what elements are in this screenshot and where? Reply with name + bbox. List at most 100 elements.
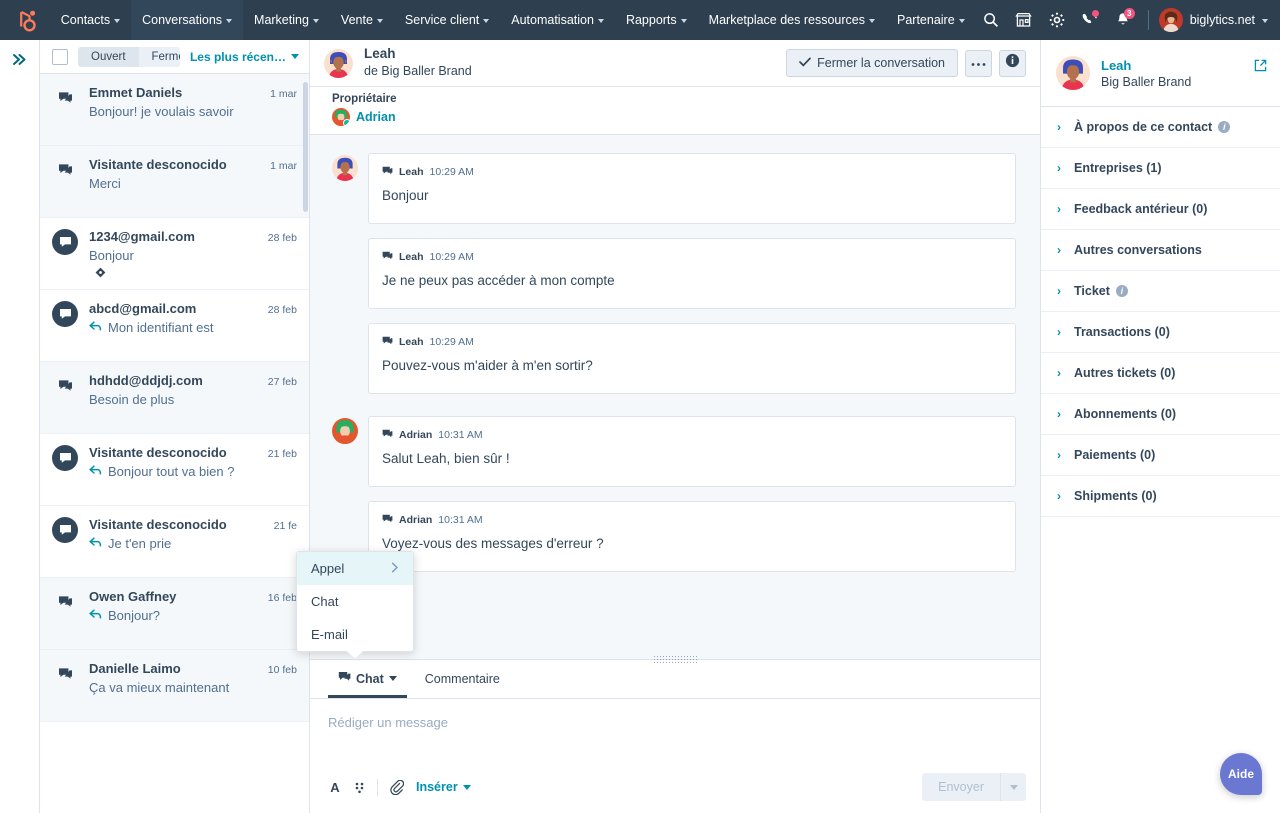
nav-item-label: Vente — [341, 13, 373, 27]
sidebar-section-label: Autres tickets (0) — [1074, 366, 1175, 380]
toggle-details-button[interactable] — [999, 50, 1026, 77]
sidebar-section-about-contact[interactable]: › À propos de ce contact i — [1041, 107, 1280, 148]
chevron-down-icon — [959, 19, 965, 23]
list-item[interactable]: Owen Gaffney 16 feb Bonjour? — [40, 578, 309, 650]
message-time: 10:29 AM — [430, 336, 474, 348]
chevron-double-right-icon[interactable] — [11, 52, 28, 813]
send-button-group: Envoyer — [922, 773, 1026, 801]
message-text: Bonjour — [382, 188, 1002, 203]
font-color-icon[interactable]: A — [328, 780, 342, 795]
chevron-down-icon — [1010, 785, 1018, 790]
insert-label: Insérer — [416, 780, 458, 794]
contact-name-link[interactable]: Leah — [1101, 58, 1191, 73]
sidebar-section-autres-tickets[interactable]: › Autres tickets (0) — [1041, 353, 1280, 394]
message-text: Je ne peux pas accéder à mon compte — [382, 273, 1002, 288]
help-button[interactable]: Aide — [1220, 753, 1262, 795]
marketplace-icon[interactable] — [1009, 0, 1039, 40]
avatar — [332, 108, 350, 126]
account-menu[interactable]: biglytics.net — [1159, 8, 1270, 32]
insert-dropdown[interactable]: Insérer — [416, 780, 471, 794]
nav-item-vente[interactable]: Vente — [330, 0, 394, 40]
send-options-button[interactable] — [1000, 773, 1026, 801]
nav-item-marketplace[interactable]: Marketplace des ressources — [698, 0, 886, 40]
message-author: Adrian — [399, 514, 432, 526]
phone-icon[interactable] — [1075, 0, 1105, 40]
more-formats-icon[interactable] — [354, 780, 365, 795]
chevron-right-icon: › — [1057, 285, 1061, 297]
nav-item-automatisation[interactable]: Automatisation — [500, 0, 615, 40]
conversation-list-panel: Ouvert Fermé Les plus récen… Emmet Danie… — [40, 40, 310, 813]
list-item[interactable]: Visitante desconocido 1 mar Merci — [40, 146, 309, 218]
close-conversation-button[interactable]: Fermer la conversation — [786, 49, 958, 77]
sidebar-section-feedback-anterieur[interactable]: › Feedback antérieur (0) — [1041, 189, 1280, 230]
list-item[interactable]: abcd@gmail.com 28 feb Mon identifiant es… — [40, 290, 309, 362]
search-icon[interactable] — [976, 0, 1006, 40]
messages-scroll-area[interactable]: Leah 10:29 AM Bonjour Leah 10:29 AM — [310, 135, 1040, 659]
tab-ferme[interactable]: Fermé — [139, 47, 180, 67]
conversation-list-scroll[interactable]: Emmet Daniels 1 mar Bonjour! je voulais … — [40, 74, 309, 813]
tab-commentaire-label: Commentaire — [425, 672, 500, 686]
menu-item-label: Chat — [311, 594, 338, 609]
list-item-date: 1 mar — [264, 88, 297, 100]
menu-item-chat[interactable]: Chat — [297, 585, 413, 618]
info-icon[interactable]: i — [1218, 121, 1230, 133]
chevron-right-icon: › — [1057, 203, 1061, 215]
nav-item-rapports[interactable]: Rapports — [615, 0, 698, 40]
nav-item-conversations[interactable]: Conversations — [131, 0, 243, 40]
message-bubble[interactable]: Leah 10:29 AM Pouvez-vous m'aider à m'en… — [368, 323, 1016, 394]
bell-icon[interactable]: 3 — [1108, 0, 1138, 40]
nav-item-service-client[interactable]: Service client — [394, 0, 500, 40]
message-bubble[interactable]: Adrian 10:31 AM Voyez-vous des messages … — [368, 501, 1016, 572]
message-bubble[interactable]: Adrian 10:31 AM Salut Leah, bien sûr ! — [368, 416, 1016, 487]
owner-label: Propriétaire — [332, 93, 1026, 105]
list-item-date: 21 fe — [268, 520, 297, 532]
tab-commentaire[interactable]: Commentaire — [415, 660, 510, 698]
sidebar-section-transactions[interactable]: › Transactions (0) — [1041, 312, 1280, 353]
send-button[interactable]: Envoyer — [922, 773, 1000, 801]
sidebar-section-label: Paiements (0) — [1074, 448, 1155, 462]
hubspot-logo[interactable] — [0, 0, 50, 40]
tab-ouvert[interactable]: Ouvert — [78, 47, 139, 67]
list-item[interactable]: Visitante desconocido 21 fe Je t'en prie — [40, 506, 309, 578]
select-all-checkbox[interactable] — [52, 49, 68, 65]
attachment-icon[interactable] — [390, 780, 404, 795]
sidebar-section-shipments[interactable]: › Shipments (0) — [1041, 476, 1280, 517]
sidebar-section-ticket[interactable]: › Ticket i — [1041, 271, 1280, 312]
sidebar-section-abonnements[interactable]: › Abonnements (0) — [1041, 394, 1280, 435]
list-item-name: hdhdd@ddjdj.com — [89, 373, 203, 388]
list-item[interactable]: Danielle Laimo 10 feb Ça va mieux mainte… — [40, 650, 309, 722]
message-meta: Leah 10:29 AM — [382, 248, 1002, 266]
composer-resize-handle[interactable] — [653, 655, 697, 664]
tab-chat[interactable]: Chat — [328, 660, 407, 698]
nav-item-marketing[interactable]: Marketing — [243, 0, 330, 40]
external-link-icon[interactable] — [1254, 59, 1267, 77]
sidebar-section-entreprises[interactable]: › Entreprises (1) — [1041, 148, 1280, 189]
list-item-preview-row: Ça va mieux maintenant — [89, 680, 297, 695]
list-item-preview-row: Bonjour — [89, 248, 297, 263]
sidebar-section-autres-conversations[interactable]: › Autres conversations — [1041, 230, 1280, 271]
sort-dropdown[interactable]: Les plus récen… — [190, 50, 299, 64]
list-item[interactable]: hdhdd@ddjdj.com 27 feb Besoin de plus — [40, 362, 309, 434]
message-bubble[interactable]: Leah 10:29 AM Bonjour — [368, 153, 1016, 224]
more-actions-button[interactable] — [965, 50, 992, 77]
info-icon[interactable]: i — [1116, 285, 1128, 297]
menu-item-appel[interactable]: Appel — [297, 552, 413, 585]
owner-name-link[interactable]: Adrian — [356, 110, 396, 124]
list-item[interactable]: Emmet Daniels 1 mar Bonjour! je voulais … — [40, 74, 309, 146]
nav-item-contacts[interactable]: Contacts — [50, 0, 131, 40]
chat-channel-icon — [338, 671, 351, 686]
chat-channel-icon — [382, 333, 393, 351]
message-bubble[interactable]: Leah 10:29 AM Je ne peux pas accéder à m… — [368, 238, 1016, 309]
nav-item-partenaire[interactable]: Partenaire — [886, 0, 976, 40]
gear-icon[interactable] — [1042, 0, 1072, 40]
list-item[interactable]: 1234@gmail.com 28 feb Bonjour — [40, 218, 309, 290]
message-input[interactable]: Rédiger un message — [310, 699, 1040, 765]
info-circle-icon — [1005, 53, 1020, 73]
sidebar-section-label: À propos de ce contact i — [1074, 120, 1230, 134]
sidebar-section-text: Paiements (0) — [1074, 448, 1155, 462]
list-item[interactable]: Visitante desconocido 21 feb Bonjour tou… — [40, 434, 309, 506]
list-scrollbar-thumb[interactable] — [303, 82, 308, 212]
thread-subtitle: de Big Baller Brand — [364, 63, 472, 79]
sidebar-section-paiements[interactable]: › Paiements (0) — [1041, 435, 1280, 476]
sidebar-section-label: Shipments (0) — [1074, 489, 1157, 503]
